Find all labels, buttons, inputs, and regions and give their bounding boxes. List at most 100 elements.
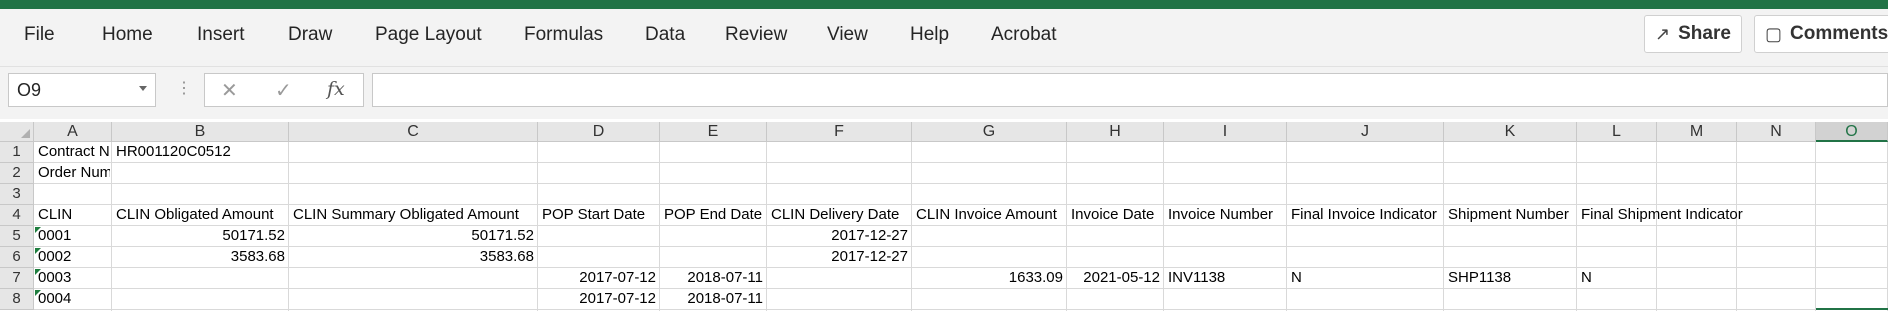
cell-h7[interactable]: 2021-05-12 — [1067, 268, 1160, 288]
cell-k7[interactable]: SHP1138 — [1448, 268, 1511, 288]
column-header-b[interactable]: B — [112, 122, 289, 142]
column-header-k[interactable]: K — [1444, 122, 1577, 142]
cell-a6[interactable]: 0002 — [38, 247, 71, 267]
cell-l7[interactable]: N — [1581, 268, 1592, 288]
cell-b5[interactable]: 50171.52 — [112, 226, 285, 246]
name-box-value: O9 — [17, 80, 42, 100]
row-header-2[interactable]: 2 — [0, 163, 34, 184]
menu-view[interactable]: View — [827, 24, 868, 46]
cell-h4[interactable]: Invoice Date — [1071, 205, 1154, 225]
row-header-4[interactable]: 4 — [0, 205, 34, 226]
name-box[interactable]: O9 — [8, 73, 156, 107]
check-icon[interactable]: ✓ — [275, 78, 292, 103]
menu-review[interactable]: Review — [725, 24, 787, 46]
cell-f6[interactable]: 2017-12-27 — [767, 247, 908, 267]
more-options-icon[interactable]: ⋮ — [176, 78, 192, 98]
cell-g4[interactable]: CLIN Invoice Amount — [916, 205, 1057, 225]
cell-j7[interactable]: N — [1291, 268, 1302, 288]
number-as-text-indicator — [35, 290, 41, 296]
close-icon[interactable]: ✕ — [221, 78, 238, 103]
formula-input[interactable] — [372, 73, 1888, 107]
cell-e8[interactable]: 2018-07-11 — [660, 289, 763, 309]
column-header-g[interactable]: G — [912, 122, 1067, 142]
cell-g7[interactable]: 1633.09 — [912, 268, 1063, 288]
cell-a5[interactable]: 0001 — [38, 226, 71, 246]
menu-draw[interactable]: Draw — [288, 24, 332, 46]
gridline-vertical — [1736, 142, 1737, 311]
cell-b4[interactable]: CLIN Obligated Amount — [116, 205, 274, 225]
share-label: Share — [1678, 23, 1731, 44]
select-all-button[interactable] — [0, 122, 34, 142]
cell-e4[interactable]: POP End Date — [664, 205, 762, 225]
column-header-l[interactable]: L — [1577, 122, 1657, 142]
row-header-3[interactable]: 3 — [0, 184, 34, 205]
menu-page-layout[interactable]: Page Layout — [375, 24, 482, 46]
formula-buttons: ✕ ✓ fx — [204, 73, 364, 107]
insert-function-button[interactable]: fx — [327, 78, 345, 100]
cell-f5[interactable]: 2017-12-27 — [767, 226, 908, 246]
cell-a2[interactable]: Order Num — [38, 163, 110, 183]
column-header-n[interactable]: N — [1737, 122, 1816, 142]
row-header-6[interactable]: 6 — [0, 247, 34, 268]
gridline-vertical — [1656, 142, 1657, 311]
comments-label: Comments — [1790, 23, 1888, 44]
gridline-vertical — [1815, 142, 1816, 311]
row-header-5[interactable]: 5 — [0, 226, 34, 247]
column-header-m[interactable]: M — [1657, 122, 1737, 142]
menu-acrobat[interactable]: Acrobat — [991, 24, 1056, 46]
menu-formulas[interactable]: Formulas — [524, 24, 603, 46]
title-bar-strip — [0, 0, 1888, 9]
gridline-horizontal — [34, 309, 1888, 310]
number-as-text-indicator — [35, 269, 41, 275]
cell-a4[interactable]: CLIN — [38, 205, 72, 225]
column-header-c[interactable]: C — [289, 122, 538, 142]
column-header-f[interactable]: F — [767, 122, 912, 142]
cell-k4[interactable]: Shipment Number — [1448, 205, 1569, 225]
cell-d8[interactable]: 2017-07-12 — [538, 289, 656, 309]
cell-l4[interactable]: Final Shipment Indicator — [1581, 205, 1743, 225]
menu-help[interactable]: Help — [910, 24, 949, 46]
column-header-d[interactable]: D — [538, 122, 660, 142]
cell-c5[interactable]: 50171.52 — [289, 226, 534, 246]
number-as-text-indicator — [35, 248, 41, 254]
cell-i7[interactable]: INV1138 — [1168, 268, 1225, 288]
column-header-j[interactable]: J — [1287, 122, 1444, 142]
cell-e7[interactable]: 2018-07-11 — [660, 268, 763, 288]
gridline-horizontal — [34, 183, 1888, 184]
gridline-horizontal — [34, 162, 1888, 163]
cell-b1[interactable]: HR001120C0512 — [116, 142, 231, 162]
cell-d4[interactable]: POP Start Date — [542, 205, 645, 225]
cell-d7[interactable]: 2017-07-12 — [538, 268, 656, 288]
cell-j4[interactable]: Final Invoice Indicator — [1291, 205, 1437, 225]
cell-c6[interactable]: 3583.68 — [289, 247, 534, 267]
row-header-8[interactable]: 8 — [0, 289, 34, 310]
menu-file[interactable]: File — [24, 24, 55, 46]
column-header-h[interactable]: H — [1067, 122, 1164, 142]
gridline-vertical — [1443, 142, 1444, 311]
cell-a1[interactable]: Contract N — [38, 142, 110, 162]
number-as-text-indicator — [35, 227, 41, 233]
gridline-vertical — [1576, 142, 1577, 311]
gridline-vertical — [1163, 142, 1164, 311]
comments-button[interactable]: ▢ Comments — [1754, 15, 1888, 53]
cell-a8[interactable]: 0004 — [38, 289, 71, 309]
share-button[interactable]: ↗ Share — [1644, 15, 1742, 53]
cell-i4[interactable]: Invoice Number — [1168, 205, 1273, 225]
cell-c4[interactable]: CLIN Summary Obligated Amount — [293, 205, 519, 225]
menu-insert[interactable]: Insert — [197, 24, 245, 46]
cell-b6[interactable]: 3583.68 — [112, 247, 285, 267]
cell-f4[interactable]: CLIN Delivery Date — [771, 205, 899, 225]
gridline-vertical — [1286, 142, 1287, 311]
row-header-7[interactable]: 7 — [0, 268, 34, 289]
row-header-1[interactable]: 1 — [0, 142, 34, 163]
gridline-horizontal — [34, 288, 1888, 289]
menu-home[interactable]: Home — [102, 24, 153, 46]
column-header-o[interactable]: O — [1816, 122, 1888, 142]
column-header-e[interactable]: E — [660, 122, 767, 142]
column-header-i[interactable]: I — [1164, 122, 1287, 142]
cell-a7[interactable]: 0003 — [38, 268, 71, 288]
share-icon: ↗ — [1655, 23, 1671, 44]
menu-data[interactable]: Data — [645, 24, 685, 46]
chevron-down-icon[interactable] — [139, 86, 147, 91]
column-header-a[interactable]: A — [34, 122, 112, 142]
